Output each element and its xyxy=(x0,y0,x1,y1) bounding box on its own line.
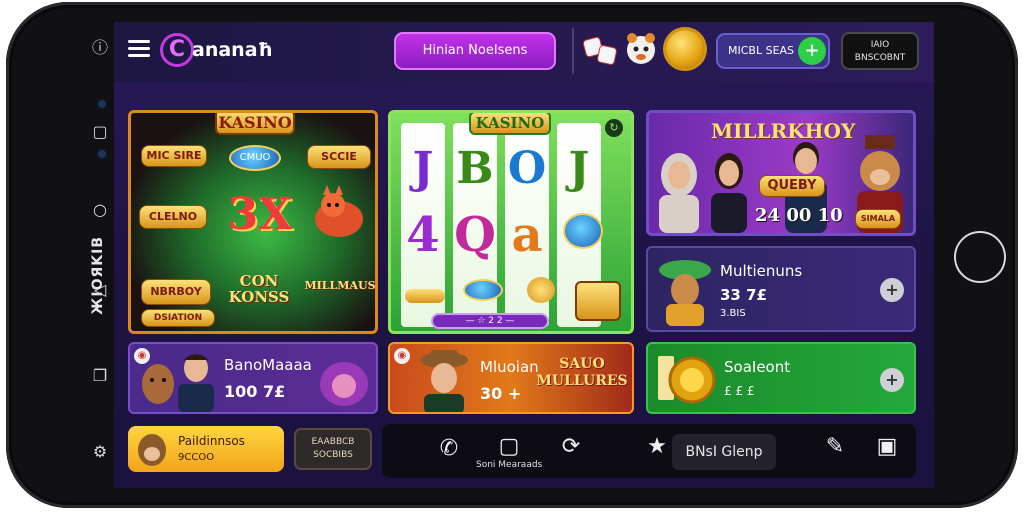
millionaire-card[interactable]: MILLRKHOY QUEBY 24 00 10 SIMALA xyxy=(646,110,916,236)
dark-button[interactable]: EAABBCB SOCBIBS xyxy=(294,428,372,470)
dark-button-line2: SOCBIBS xyxy=(313,450,353,460)
badge-icon-2: ◉ xyxy=(394,348,410,364)
add-icon[interactable]: + xyxy=(798,37,826,65)
cowboy-avatar xyxy=(414,348,474,412)
label-nbrboy: NBRBOY xyxy=(141,279,211,305)
woman-hijab-avatar xyxy=(655,141,703,233)
slot-title: KASINO xyxy=(475,114,545,132)
character-avatar xyxy=(656,256,714,326)
soaleont-value: £ £ £ xyxy=(724,384,755,398)
logo-text: ananaħ xyxy=(192,39,273,61)
multiplier-3x: 3X xyxy=(227,189,293,240)
camera-dot xyxy=(96,98,108,110)
square-nav-icon[interactable]: ▢ xyxy=(494,434,524,459)
label-dsiation: DSIATION xyxy=(141,309,215,327)
top-bar: C ananaħ Hinian NoeIsens MICBL SEAS + IA… xyxy=(114,22,934,82)
label-clelno: CLELNO xyxy=(139,205,207,229)
menu-icon[interactable] xyxy=(128,40,150,58)
millionaire-amount: 24 00 10 xyxy=(755,205,843,226)
mluoian-value: 30 + xyxy=(480,384,522,403)
nav-caption: Soni Mearaads xyxy=(476,460,543,470)
label-millmaus: MILLMAUS xyxy=(304,279,376,292)
app-screen: C ananaħ Hinian NoeIsens MICBL SEAS + IA… xyxy=(114,22,934,488)
soaleont-title: SoaIeont xyxy=(724,358,791,376)
yellow-cta-button[interactable]: PaiIdinnsos 9CCOO xyxy=(128,426,284,472)
multienuns-value: 33 7£ xyxy=(720,286,767,304)
millionaire-badge: QUEBY xyxy=(759,175,825,197)
gold-bar-icon xyxy=(405,289,445,303)
symbol-o: O xyxy=(507,143,547,194)
chat-icon[interactable]: ✎ xyxy=(820,434,850,459)
label-cmuo: CMUO xyxy=(229,145,281,171)
logo-icon: C xyxy=(160,33,194,67)
multienuns-card[interactable]: Multienuns 33 7£ 3.BIS + xyxy=(646,246,916,332)
star-icon[interactable]: ★ xyxy=(642,434,672,459)
slot-progress-pill: — ☆ 2 2 — xyxy=(431,313,549,329)
blue-chip-icon-2 xyxy=(463,279,503,301)
fox-mascot-icon xyxy=(309,185,369,241)
soaleont-card[interactable]: SoaIeont £ £ £ + xyxy=(646,342,916,414)
label-con-konss: CON KONSS xyxy=(228,272,290,306)
bandhaaa-card[interactable]: ◉ BanoMaaaa 100 7£ xyxy=(128,342,378,414)
blue-chip-icon xyxy=(563,213,603,249)
symbol-4: 4 xyxy=(406,207,440,263)
treasure-chest-icon xyxy=(575,281,621,321)
coin-icon[interactable] xyxy=(666,30,704,68)
symbol-q: Q xyxy=(454,207,496,263)
balance-line1: IAIO xyxy=(870,40,890,50)
add-multienuns-button[interactable]: + xyxy=(880,278,904,302)
add-soaleont-button[interactable]: + xyxy=(880,368,904,392)
help-pill-button[interactable]: BNsI Glenp xyxy=(672,434,776,470)
creature-avatar xyxy=(310,354,372,412)
balance-line2: BNSCOBNT xyxy=(854,53,906,63)
phone-icon[interactable]: ✆ xyxy=(434,436,464,461)
symbol-j1: J xyxy=(412,143,434,194)
monkey-avatar xyxy=(134,430,170,468)
man-suit-avatar xyxy=(174,348,218,412)
back-triangle-icon[interactable]: ◁ xyxy=(90,280,110,300)
mluoian-card[interactable]: ◉ Mluoian 30 + SAUO MULLURES xyxy=(388,342,634,414)
bandhaaa-title: BanoMaaaa xyxy=(224,356,312,374)
casino-card-2[interactable]: KASINO J B O J 4 Q a — ☆ 2 2 — ↻ xyxy=(388,110,634,334)
dark-button-line1: EAABBCB xyxy=(311,437,355,447)
info-badge-icon[interactable]: ↻ xyxy=(605,119,623,137)
tiger-mascot-icon[interactable] xyxy=(624,30,658,68)
camera-dot-2 xyxy=(96,148,108,160)
balance-button[interactable]: IAIO BNSCOBNT xyxy=(841,32,919,70)
casino-title: KASINO xyxy=(218,113,292,132)
multienuns-sub: 3.BIS xyxy=(720,308,746,319)
multienuns-title: Multienuns xyxy=(720,262,803,280)
mluoian-title: Mluoian xyxy=(480,358,539,376)
gear-icon[interactable]: ⚙ xyxy=(90,442,110,462)
account-button[interactable]: MICBL SEAS + xyxy=(716,33,830,69)
dog-mascot-avatar xyxy=(138,356,178,412)
circle-icon[interactable]: ○ xyxy=(90,200,110,220)
refresh-icon[interactable]: ⟳ xyxy=(556,434,586,459)
symbol-j2: J xyxy=(568,143,590,194)
bottom-nav: ✆ ▢ Soni Mearaads ⟳ ★ BNsI Glenp ✎ ▣ xyxy=(382,424,916,478)
copy-icon[interactable]: ❐ xyxy=(90,366,110,386)
cta-line2: 9CCOO xyxy=(178,452,215,463)
square-icon[interactable]: ▢ xyxy=(90,122,110,142)
gold-gear-icon xyxy=(654,348,718,412)
label-sccie: SCCIE xyxy=(307,145,371,169)
woman-avatar xyxy=(705,143,753,233)
device-brand: ЖIOЯKIB xyxy=(90,236,106,315)
mluoian-badge: SAUO MULLURES xyxy=(536,356,628,389)
camera-icon[interactable]: ▣ xyxy=(872,434,902,459)
label-mic-sire: MIC SIRE xyxy=(141,145,207,167)
casino-card-1[interactable]: KASINO MIC SIRE CMUO SCCIE CLELNO 3X NBR… xyxy=(128,110,378,334)
info-icon[interactable]: ⓘ xyxy=(90,38,110,58)
cta-line1: PaiIdinnsos xyxy=(178,434,245,448)
home-button[interactable] xyxy=(954,231,1006,283)
bandhaaa-value: 100 7£ xyxy=(224,382,286,401)
symbol-b: B xyxy=(456,143,494,194)
promo-button[interactable]: Hinian NoeIsens xyxy=(394,32,556,70)
dice-icon[interactable] xyxy=(581,35,620,68)
millionaire-tag: SIMALA xyxy=(855,209,901,229)
coin-stack-icon xyxy=(527,277,555,303)
symbol-a: a xyxy=(511,207,543,263)
divider xyxy=(572,28,574,74)
account-label: MICBL SEAS xyxy=(728,44,795,57)
